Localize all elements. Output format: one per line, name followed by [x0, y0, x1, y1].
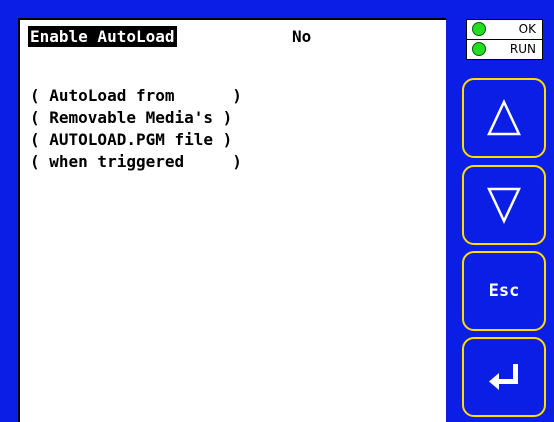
enter-icon [487, 362, 521, 392]
help-line: ( AutoLoad from ) [30, 86, 242, 105]
enter-button[interactable] [462, 337, 546, 417]
help-line: ( Removable Media's ) [30, 108, 233, 127]
escape-label: Esc [488, 281, 520, 301]
device-bezel: Enable AutoLoad No ( AutoLoad from ) ( R… [0, 0, 554, 422]
status-indicator-panel: OK RUN [466, 19, 543, 60]
up-button[interactable] [462, 78, 546, 158]
help-line: ( AUTOLOAD.PGM file ) [30, 130, 233, 149]
escape-button[interactable]: Esc [462, 251, 546, 331]
ok-led-icon [472, 22, 486, 36]
menu-item-value[interactable]: No [292, 26, 311, 47]
menu-item-title[interactable]: Enable AutoLoad [28, 26, 177, 47]
down-button[interactable] [462, 165, 546, 245]
up-arrow-icon [487, 99, 521, 137]
down-arrow-icon [487, 186, 521, 224]
ok-status-label: OK [518, 22, 536, 36]
run-status-row: RUN [467, 40, 542, 59]
ok-status-row: OK [467, 20, 542, 40]
run-status-label: RUN [509, 42, 536, 56]
run-led-icon [472, 42, 486, 56]
help-line: ( when triggered ) [30, 152, 242, 171]
display-screen: Enable AutoLoad No ( AutoLoad from ) ( R… [18, 18, 446, 422]
